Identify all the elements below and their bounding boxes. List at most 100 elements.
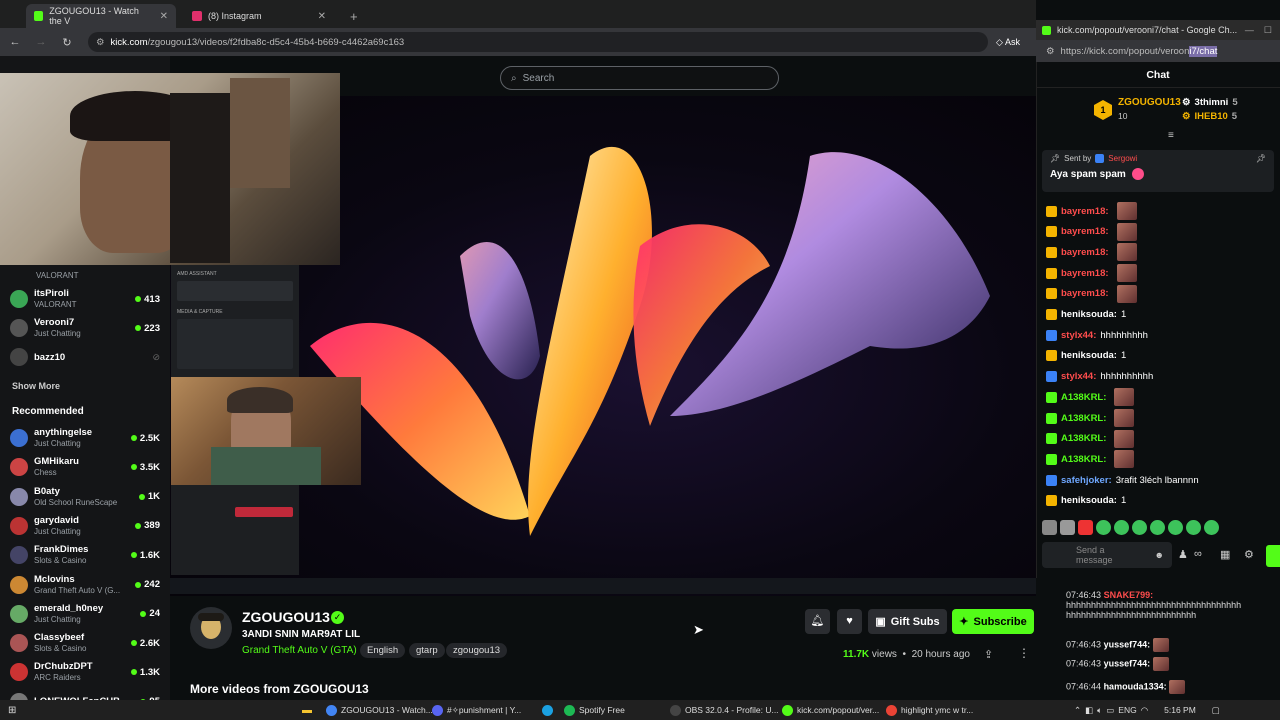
gift-subs-button[interactable]: ▣ Gift Subs <box>868 609 947 634</box>
network-icon[interactable]: ◧ <box>1085 705 1093 716</box>
link-icon[interactable]: ∞ <box>1194 548 1202 560</box>
sidebar-channel[interactable]: DrChubzDPT ARC Raiders 1.3K <box>10 658 160 686</box>
chat-message-input[interactable]: Send a message ☻ <box>1042 542 1172 568</box>
notification-icon[interactable]: ▢ <box>1212 705 1220 716</box>
wifi-icon[interactable]: ◠ <box>1141 705 1148 716</box>
new-tab-icon[interactable]: + <box>342 4 366 28</box>
chat-username[interactable]: A138KRL: <box>1061 413 1106 424</box>
chat-message: stylx44: hhhhhhhhh <box>1046 325 1148 345</box>
forward-icon[interactable]: → <box>30 36 52 48</box>
leader-second-name[interactable]: 3thimni <box>1195 97 1229 108</box>
sidebar-channel[interactable]: anythingelse Just Chatting 2.5K <box>10 424 160 452</box>
file-explorer-icon[interactable]: ▬ <box>302 705 312 716</box>
chat-username[interactable]: bayrem18: <box>1061 288 1109 299</box>
site-info-icon[interactable]: ⚙ <box>96 37 105 48</box>
emote-icon[interactable] <box>1186 520 1201 535</box>
emote-icon[interactable] <box>1114 520 1129 535</box>
maximize-icon[interactable]: ☐ <box>1264 25 1272 36</box>
chat-username[interactable]: stylx44: <box>1061 330 1096 341</box>
chat-url-field[interactable]: ⚙ https://kick.com/popout/verooni7/chat <box>1036 40 1280 62</box>
windows-start-icon[interactable]: ⊞ <box>8 705 16 716</box>
emote-icon[interactable] <box>1150 520 1165 535</box>
store-icon[interactable]: ▦ <box>1220 548 1230 561</box>
tab-instagram[interactable]: (8) Instagram ✕ <box>184 4 334 28</box>
unpin-icon[interactable]: 📌︎ <box>1256 154 1266 163</box>
search-input[interactable]: ⌕ Search <box>500 66 779 90</box>
more-options-icon[interactable]: ⋮ <box>1018 646 1030 660</box>
taskbar-app[interactable]: OBS 32.0.4 - Profile: U... <box>670 700 779 720</box>
language-indicator[interactable]: ENG <box>1118 705 1136 715</box>
taskbar-app[interactable]: ZGOUGOU13 - Watch... <box>326 700 433 720</box>
chat-username[interactable]: A138KRL: <box>1061 392 1106 403</box>
close-icon[interactable]: ✕ <box>160 11 168 22</box>
emote-icon[interactable] <box>1168 520 1183 535</box>
sidebar-channel[interactable]: bazz10 ⊘ <box>10 343 160 371</box>
share-icon[interactable]: ⇪ <box>984 648 993 661</box>
volume-icon[interactable]: 🔈︎ <box>1097 705 1102 716</box>
pinned-sender[interactable]: Sergowi <box>1108 154 1137 163</box>
emote-icon[interactable] <box>1204 520 1219 535</box>
reload-icon[interactable]: ↻ <box>56 36 78 49</box>
sidebar-channel[interactable]: B0aty Old School RuneScape 1K <box>10 483 160 511</box>
channel-avatar[interactable] <box>190 607 232 649</box>
chat-username[interactable]: heniksouda: <box>1061 495 1117 506</box>
tag-gtarp[interactable]: gtarp <box>409 643 445 658</box>
emoji-icon[interactable]: ☻ <box>1155 550 1164 560</box>
sidebar-channel[interactable]: Classybeef Slots & Casino 2.6K <box>10 629 160 657</box>
notification-bell-button[interactable]: 🔔︎ <box>805 609 830 634</box>
chat-username[interactable]: safehjoker: <box>1061 475 1112 486</box>
tab-kick[interactable]: ZGOUGOU13 - Watch the V ✕ <box>26 4 176 28</box>
sidebar-channel[interactable]: GMHikaru Chess 3.5K <box>10 453 160 481</box>
edge-icon[interactable] <box>542 700 553 720</box>
sidebar-channel[interactable]: Verooni7 Just Chatting 223 <box>10 314 160 342</box>
emote-icon[interactable] <box>1042 520 1057 535</box>
sidebar-channel[interactable]: itsPiroli VALORANT 413 <box>10 285 160 313</box>
leader-first-name[interactable]: ZGOUGOU13 <box>1118 97 1181 108</box>
channel-category: Just Chatting <box>34 439 81 448</box>
timestamp: 07:46:44 <box>1066 681 1102 692</box>
close-icon[interactable]: ✕ <box>318 11 326 22</box>
chat-username[interactable]: bayrem18: <box>1061 206 1109 217</box>
send-chat-button[interactable] <box>1266 545 1280 567</box>
settings-gear-icon[interactable]: ⚙ <box>1244 548 1254 561</box>
taskbar-app[interactable]: #✧punishment | Y... <box>432 700 521 720</box>
sidebar-channel[interactable]: Mclovins Grand Theft Auto V (G... 242 <box>10 571 160 599</box>
sidebar-channel[interactable]: FrankDimes Slots & Casino 1.6K <box>10 541 160 569</box>
leader-third-name[interactable]: IHEB10 <box>1195 111 1228 122</box>
back-icon[interactable]: ← <box>4 36 26 48</box>
follow-button[interactable]: ♥ <box>837 609 862 634</box>
clock[interactable]: 5:16 PM <box>1164 705 1196 715</box>
game-link[interactable]: Grand Theft Auto V (GTA) <box>242 645 357 656</box>
chat-username[interactable]: heniksouda: <box>1061 309 1117 320</box>
taskbar-app[interactable]: highlight ymc w tr... <box>886 700 973 720</box>
chat-username[interactable]: bayrem18: <box>1061 247 1109 258</box>
channel-name[interactable]: ZGOUGOU13 <box>242 609 330 625</box>
subscribe-button[interactable]: ✦ Subscribe <box>952 609 1034 634</box>
url-field[interactable]: ⚙ kick.com/zgougou13/videos/f2fdba8c-d5c… <box>88 32 988 52</box>
chat-username[interactable]: bayrem18: <box>1061 226 1109 237</box>
taskbar-app[interactable]: Spotify Free <box>564 700 625 720</box>
chat-username[interactable]: A138KRL: <box>1061 454 1106 465</box>
ask-button[interactable]: ◇ Ask <box>996 37 1020 48</box>
emote-icon[interactable] <box>1060 520 1075 535</box>
chat-username[interactable]: A138KRL: <box>1061 433 1106 444</box>
emote-icon[interactable] <box>1096 520 1111 535</box>
minimize-icon[interactable]: — <box>1245 25 1254 35</box>
tag-english[interactable]: English <box>360 643 406 658</box>
sidebar-channel[interactable]: emerald_h0ney Just Chatting 24 <box>10 600 160 628</box>
battery-icon[interactable]: ▭ <box>1106 705 1114 716</box>
chat-username[interactable]: heniksouda: <box>1061 350 1117 361</box>
chat-username[interactable]: stylx44: <box>1061 371 1096 382</box>
collapse-icon[interactable]: ≡ <box>1168 130 1174 141</box>
taskbar-app[interactable]: kick.com/popout/ver... <box>782 700 879 720</box>
sidebar-channel[interactable]: garydavid Just Chatting 389 <box>10 512 160 540</box>
rewards-icon[interactable]: ♟ <box>1178 548 1188 561</box>
show-more-link[interactable]: Show More <box>12 381 60 391</box>
chevron-up-icon[interactable]: ⌃ <box>1074 705 1081 716</box>
tag-channel[interactable]: zgougou13 <box>446 643 508 658</box>
emote-icon[interactable] <box>1078 520 1093 535</box>
emote-icon[interactable] <box>1132 520 1147 535</box>
site-info-icon[interactable]: ⚙ <box>1046 46 1055 57</box>
chat-username[interactable]: bayrem18: <box>1061 268 1109 279</box>
live-dot-icon <box>130 640 137 647</box>
